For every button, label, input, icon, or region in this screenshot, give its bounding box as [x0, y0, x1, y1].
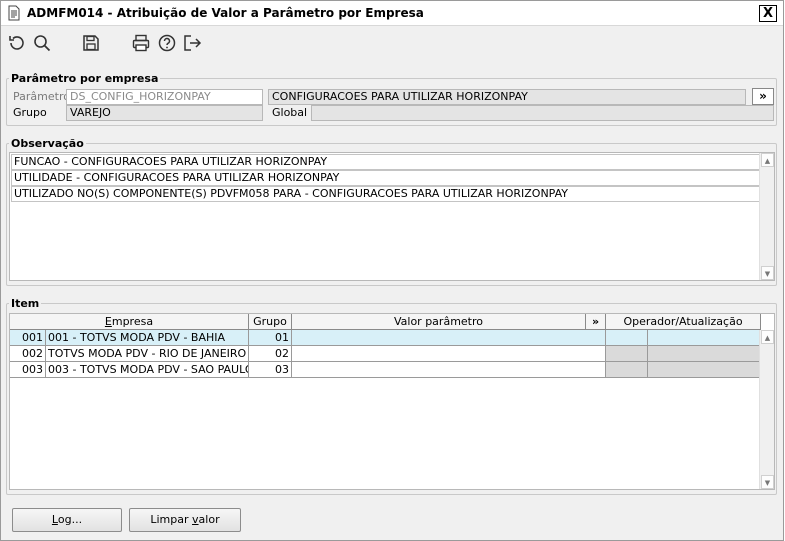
row-grupo: 02	[249, 346, 292, 362]
row-valor-input[interactable]	[292, 330, 606, 346]
row-operador	[606, 346, 648, 362]
row-code: 001	[10, 330, 46, 346]
limpar-button-prefix: Limpar	[150, 513, 193, 526]
column-more-button[interactable]: »	[586, 314, 606, 330]
row-empresa: 001 - TOTVS MODA PDV - BAHIA	[46, 330, 249, 346]
item-scrollbar[interactable]: ▲ ▼	[759, 330, 774, 489]
exit-icon[interactable]	[182, 33, 202, 53]
item-group-legend: Item	[11, 297, 40, 310]
undo-icon[interactable]	[7, 33, 27, 53]
scroll-up-icon[interactable]: ▲	[761, 330, 774, 344]
row-empresa: 003 - TOTVS MODA PDV - SAO PAULO	[46, 362, 249, 378]
grupo-field: VAREJO	[66, 105, 263, 121]
toolbar	[1, 27, 783, 61]
row-valor-input[interactable]	[292, 346, 606, 362]
parametro-field[interactable]: DS_CONFIG_HORIZONPAY	[66, 89, 263, 105]
parametro-more-button[interactable]: »	[752, 88, 774, 105]
log-button[interactable]: Log...	[12, 508, 122, 532]
parametro-descricao-field: CONFIGURACOES PARA UTILIZAR HORIZONPAY	[268, 89, 746, 105]
row-grupo: 03	[249, 362, 292, 378]
row-operador	[606, 362, 648, 378]
grupo-label: Grupo	[13, 106, 47, 119]
observacao-line: UTILIDADE - CONFIGURACOES PARA UTILIZAR …	[11, 170, 761, 186]
row-atualizacao	[648, 362, 761, 378]
print-icon[interactable]	[131, 33, 151, 53]
title-bar: ADMFM014 - Atribuição de Valor a Parâmet…	[1, 1, 783, 26]
observacao-scrollbar[interactable]: ▲ ▼	[759, 153, 774, 280]
item-grid[interactable]: Empresa Grupo Valor parâmetro » Operador…	[9, 313, 775, 490]
observacao-group-legend: Observação	[11, 137, 84, 150]
row-valor-input[interactable]	[292, 362, 606, 378]
row-empresa: TOTVS MODA PDV - RIO DE JANEIRO - N	[46, 346, 249, 362]
close-button[interactable]: X	[759, 5, 777, 22]
help-icon[interactable]	[157, 33, 177, 53]
log-button-rest: og...	[57, 513, 83, 526]
global-label: Global	[272, 106, 308, 119]
column-header-empresa-accel: E	[104, 315, 112, 328]
window-title: ADMFM014 - Atribuição de Valor a Parâmet…	[27, 6, 424, 20]
column-header-empresa-rest: mpresa	[111, 315, 154, 328]
parametro-label: Parâmetro	[13, 90, 70, 103]
row-code: 002	[10, 346, 46, 362]
observacao-line: UTILIZADO NO(S) COMPONENTE(S) PDVFM058 P…	[11, 186, 761, 202]
row-grupo: 01	[249, 330, 292, 346]
column-header-empresa[interactable]: Empresa	[10, 314, 249, 330]
save-icon[interactable]	[81, 33, 101, 53]
scroll-up-icon[interactable]: ▲	[761, 153, 774, 167]
scroll-down-icon[interactable]: ▼	[761, 266, 774, 280]
column-header-valor[interactable]: Valor parâmetro	[292, 314, 586, 330]
document-icon	[8, 5, 20, 21]
app-window: ADMFM014 - Atribuição de Valor a Parâmet…	[0, 0, 784, 541]
limpar-button-rest: alor	[198, 513, 220, 526]
global-field	[311, 105, 774, 121]
limpar-valor-button[interactable]: Limpar valor	[129, 508, 241, 532]
parametro-group-legend: Parâmetro por empresa	[11, 72, 159, 85]
row-code: 003	[10, 362, 46, 378]
search-icon[interactable]	[32, 33, 52, 53]
row-operador	[606, 330, 648, 346]
observacao-line: FUNCAO - CONFIGURACOES PARA UTILIZAR HOR…	[11, 154, 761, 170]
column-header-operador[interactable]: Operador/Atualização	[606, 314, 761, 330]
row-atualizacao	[648, 330, 761, 346]
column-header-grupo[interactable]: Grupo	[249, 314, 292, 330]
row-atualizacao	[648, 346, 761, 362]
scroll-down-icon[interactable]: ▼	[761, 475, 774, 489]
observacao-memo[interactable]: FUNCAO - CONFIGURACOES PARA UTILIZAR HOR…	[9, 152, 775, 281]
